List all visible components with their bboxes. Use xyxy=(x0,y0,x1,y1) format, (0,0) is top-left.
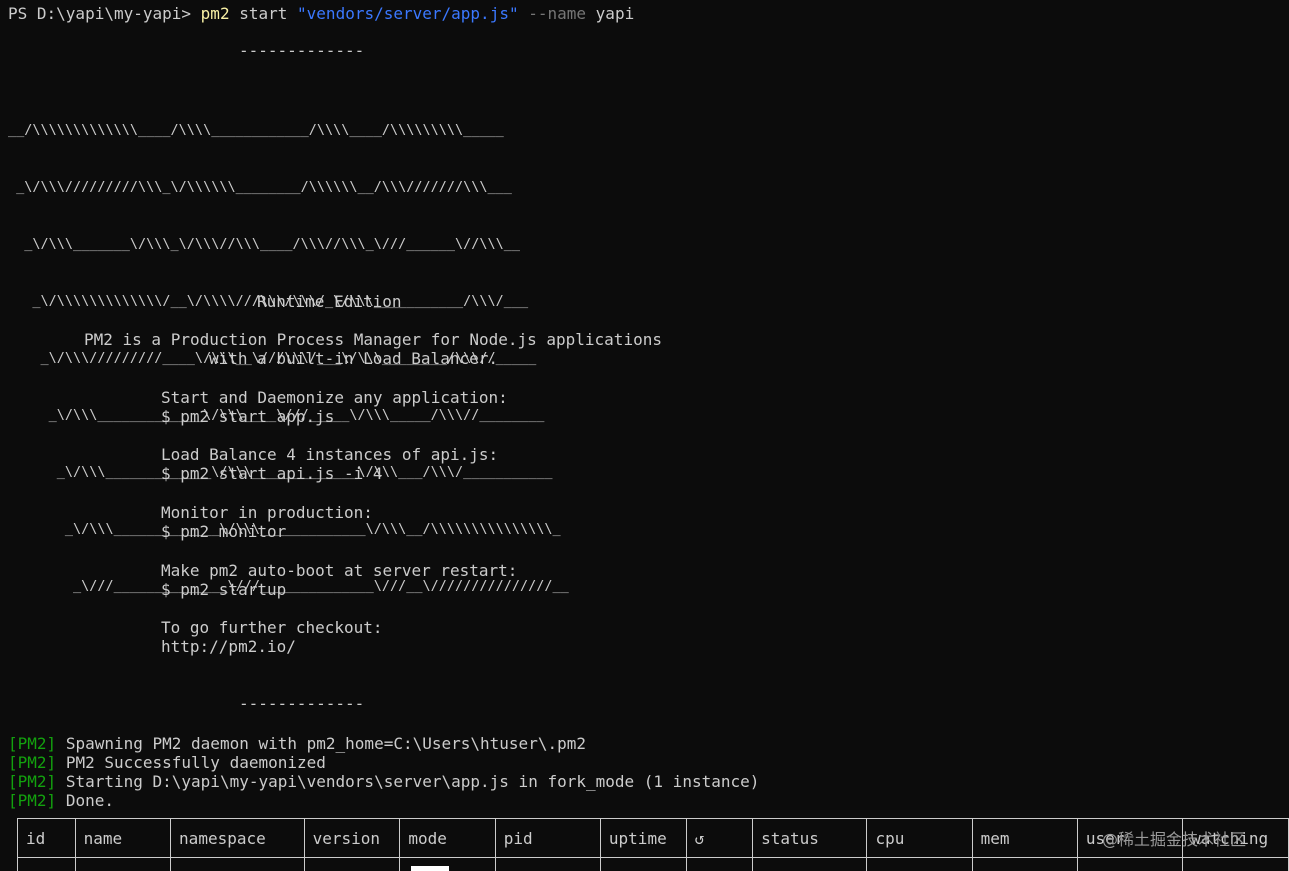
log-line: [PM2] Done. xyxy=(8,791,114,810)
banner-edition: Runtime Edition xyxy=(257,292,402,311)
log-line: [PM2] PM2 Successfully daemonized xyxy=(8,753,326,772)
table-cell xyxy=(170,857,305,871)
banner-rule-top: ------------- xyxy=(239,41,365,60)
process-table: id name namespace version mode pid uptim… xyxy=(17,818,1289,871)
ascii-art-line: _\/\\\_______\/\\\_\/\\\//\\\____/\\\//\… xyxy=(8,236,521,252)
log-line: [PM2] Spawning PM2 daemon with pm2_home=… xyxy=(8,734,586,753)
table-cell xyxy=(866,857,973,871)
pm2-tag: [PM2] xyxy=(8,734,57,753)
watermark: @稀土掘金技术社区 xyxy=(1102,830,1247,849)
terminal-window[interactable]: PS D:\yapi\my-yapi> pm2 start "vendors/s… xyxy=(0,0,1289,871)
tip-command: $ pm2 monitor xyxy=(161,522,287,541)
column-header-mode: mode xyxy=(399,818,496,858)
log-message: Done. xyxy=(65,791,114,810)
tip-title: To go further checkout: xyxy=(161,618,383,637)
tip-title: Make pm2 auto-boot at server restart: xyxy=(161,561,518,580)
ascii-art-line: _\/\\\_____________\/\\\_____________\/\… xyxy=(8,521,561,537)
table-cell xyxy=(971,857,1078,871)
tip-command: $ pm2 start app.js xyxy=(161,407,335,426)
tip-command: $ pm2 start api.js -i 4 xyxy=(161,464,383,483)
column-header-version: version xyxy=(303,818,401,858)
table-cell xyxy=(1076,857,1184,871)
tip-title: Start and Daemonize any application: xyxy=(161,388,508,407)
pm2-tag: [PM2] xyxy=(8,791,57,810)
prompt-line: PS D:\yapi\my-yapi> pm2 start "vendors/s… xyxy=(8,4,634,23)
pm2-tag: [PM2] xyxy=(8,772,57,791)
column-header-status: status xyxy=(752,818,868,858)
table-cell xyxy=(303,857,401,871)
command-name: pm2 xyxy=(200,4,230,23)
highlighted-cell-block xyxy=(411,866,449,871)
command-flag: --name xyxy=(528,4,587,23)
table-cell xyxy=(74,857,172,871)
ascii-art-line: _\/\\\/////////\\\_\/\\\\\\________/\\\\… xyxy=(8,179,512,195)
prompt-prefix: PS D:\yapi\my-yapi> xyxy=(8,4,192,23)
column-header-name: name xyxy=(74,818,172,858)
command-path-arg: "vendors/server/app.js" xyxy=(297,4,519,23)
table-cell xyxy=(17,857,76,871)
banner-description-line-2: with a built-in Load Balancer. xyxy=(209,349,498,368)
table-header-row: id name namespace version mode pid uptim… xyxy=(17,818,1289,858)
column-header-namespace: namespace xyxy=(170,818,305,858)
table-cell xyxy=(685,857,754,871)
tip-title: Monitor in production: xyxy=(161,503,373,522)
log-line: [PM2] Starting D:\yapi\my-yapi\vendors\s… xyxy=(8,772,759,791)
log-message: Spawning PM2 daemon with pm2_home=C:\Use… xyxy=(65,734,586,753)
column-header-pid: pid xyxy=(494,818,601,858)
banner-description-line-1: PM2 is a Production Process Manager for … xyxy=(84,330,662,349)
column-header-restarts: ↺ xyxy=(685,818,754,858)
table-cell xyxy=(494,857,601,871)
tip-title: Load Balance 4 instances of api.js: xyxy=(161,445,499,464)
pm2-website-link[interactable]: http://pm2.io/ xyxy=(161,637,296,656)
table-cell xyxy=(599,857,687,871)
column-header-uptime: uptime xyxy=(599,818,687,858)
table-cell xyxy=(1182,857,1289,871)
column-header-id: id xyxy=(17,818,76,858)
pm2-tag: [PM2] xyxy=(8,753,57,772)
ascii-art-line: __/\\\\\\\\\\\\\____/\\\\____________/\\… xyxy=(8,122,504,138)
log-message: PM2 Successfully daemonized xyxy=(65,753,326,772)
command-flag-value: yapi xyxy=(595,4,635,23)
tip-command: $ pm2 startup xyxy=(161,580,287,599)
table-row xyxy=(17,857,1289,871)
command-subcommand: start xyxy=(239,4,288,23)
table-cell xyxy=(752,857,868,871)
banner-rule-bottom: ------------- xyxy=(239,694,365,713)
log-message: Starting D:\yapi\my-yapi\vendors\server\… xyxy=(65,772,760,791)
column-header-mem: mem xyxy=(971,818,1078,858)
column-header-cpu: cpu xyxy=(866,818,973,858)
